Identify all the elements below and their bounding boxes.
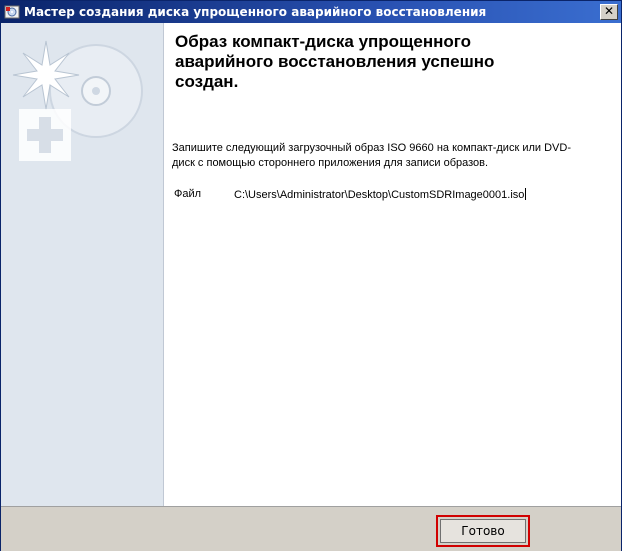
cd-tool-icon <box>4 4 20 20</box>
page-heading: Образ компакт-диска упрощенного аварийно… <box>175 32 495 91</box>
sidebar-panel <box>1 23 164 506</box>
content-area: Образ компакт-диска упрощенного аварийно… <box>164 23 621 506</box>
button-bar: Готово <box>1 506 621 551</box>
wizard-body: Образ компакт-диска упрощенного аварийно… <box>1 23 621 506</box>
file-label: Файл <box>174 188 202 200</box>
window-title: Мастер создания диска упрощенного аварий… <box>24 5 487 19</box>
file-path-field[interactable]: C:\Users\Administrator\Desktop\CustomSDR… <box>234 188 527 201</box>
close-button[interactable]: ✕ <box>600 4 618 20</box>
instruction-text: Запишите следующий загрузочный образ ISO… <box>172 142 571 169</box>
finish-button[interactable]: Готово <box>440 519 526 543</box>
medical-cross-icon <box>19 109 71 161</box>
file-path-text: C:\Users\Administrator\Desktop\CustomSDR… <box>234 189 525 201</box>
wizard-window: Мастер создания диска упрощенного аварий… <box>0 0 622 551</box>
sidebar-artwork <box>12 40 143 161</box>
text-caret <box>525 188 527 200</box>
title-bar[interactable]: Мастер создания диска упрощенного аварий… <box>1 1 621 23</box>
